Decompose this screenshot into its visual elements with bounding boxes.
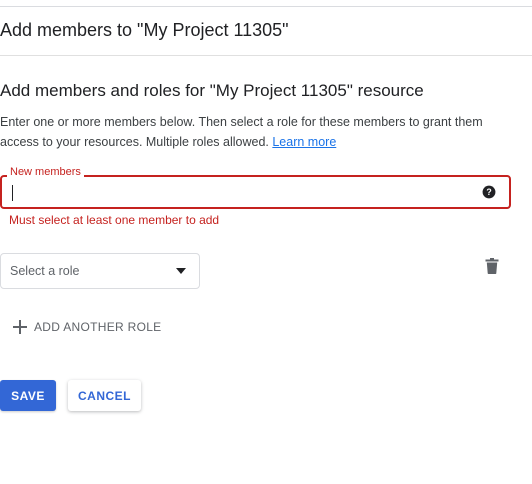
dialog-title: Add members to "My Project 11305" (0, 20, 289, 40)
new-members-field[interactable]: ? (0, 175, 511, 209)
plus-icon (13, 320, 27, 334)
members-error-message: Must select at least one member to add (9, 213, 220, 227)
text-cursor (12, 185, 13, 201)
new-members-input[interactable] (11, 182, 475, 204)
add-another-role-button[interactable]: ADD ANOTHER ROLE (13, 318, 162, 336)
new-members-label: New members (7, 166, 84, 178)
svg-text:?: ? (486, 187, 491, 197)
section-heading: Add members and roles for "My Project 11… (0, 81, 424, 100)
role-select-placeholder: Select a role (10, 264, 80, 278)
trash-icon[interactable] (485, 258, 499, 274)
cancel-button[interactable]: CANCEL (68, 380, 141, 411)
description-body: Enter one or more members below. Then se… (0, 115, 483, 149)
top-divider (0, 6, 532, 7)
learn-more-link[interactable]: Learn more (272, 135, 336, 149)
save-button[interactable]: SAVE (0, 380, 56, 411)
title-divider (0, 55, 532, 56)
arrow-drop-down-icon (176, 268, 186, 274)
help-circle-icon[interactable]: ? (482, 185, 496, 199)
description-text: Enter one or more members below. Then se… (0, 112, 515, 152)
role-select[interactable]: Select a role (0, 253, 200, 289)
add-another-role-label: ADD ANOTHER ROLE (34, 320, 162, 334)
